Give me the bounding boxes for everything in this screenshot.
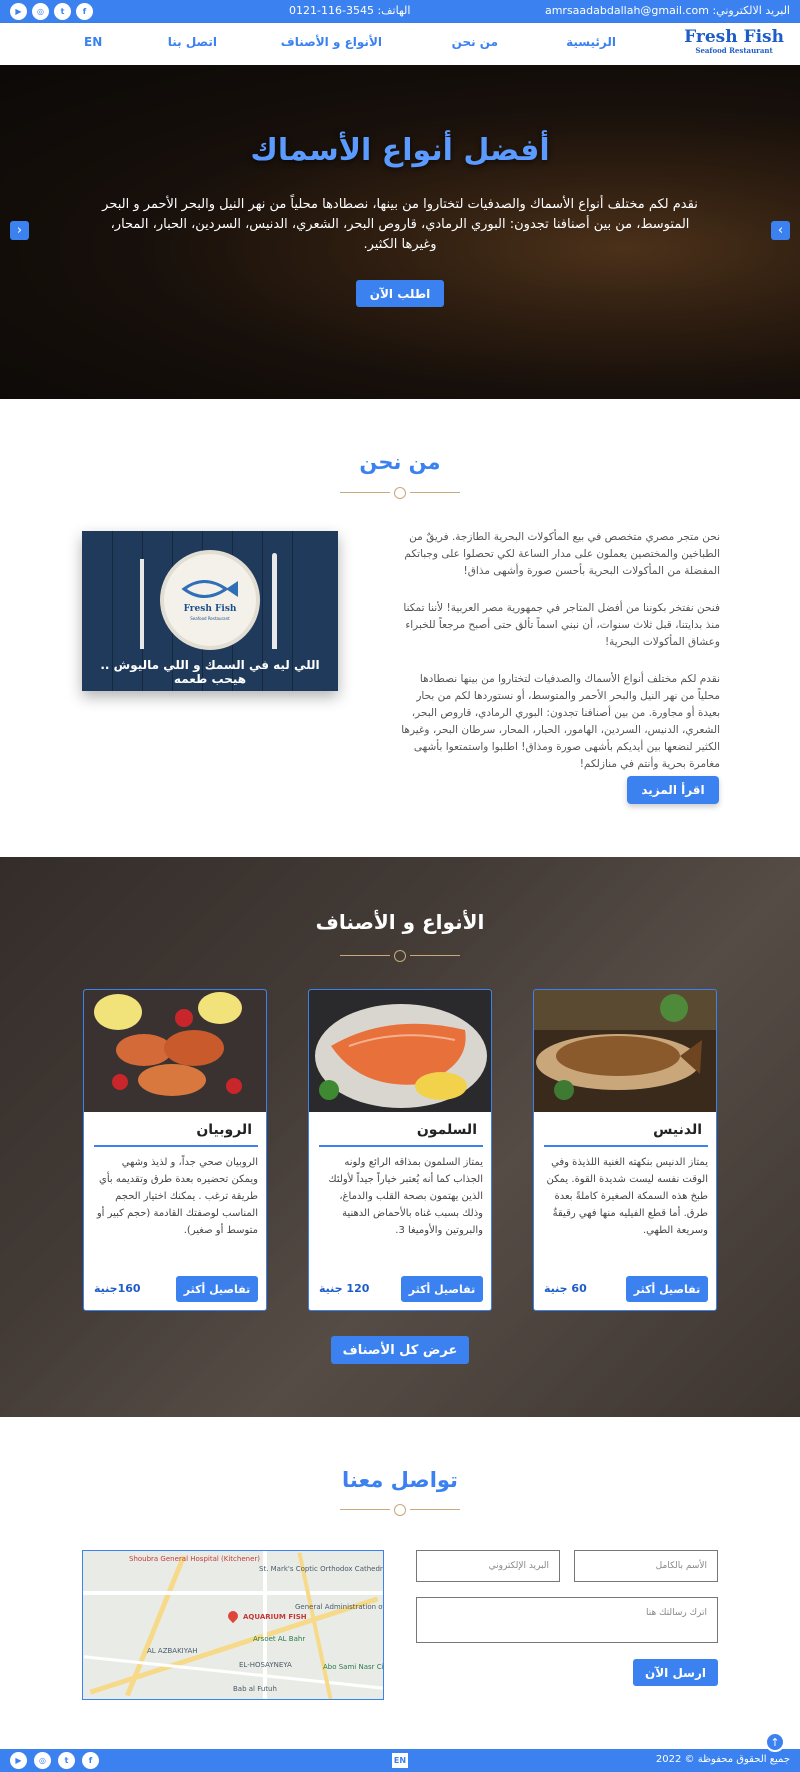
map-label-shop: AQUARIUM FISH <box>243 1613 307 1621</box>
section-divider-ornament <box>340 950 460 962</box>
product-price: 160جنية <box>94 1282 141 1295</box>
youtube-icon[interactable]: ▶ <box>10 1752 27 1769</box>
full-name-field[interactable]: الأسم بالكامل <box>574 1550 718 1582</box>
hero-title: أفضل أنواع الأسماك <box>250 133 550 168</box>
product-card-shrimp[interactable]: الروبيان الروبيان صحي جداً، و لذيذ وشهي … <box>83 989 267 1311</box>
salmon-photo <box>309 990 491 1112</box>
map-label-sami: Abo Sami Nasr City <box>323 1663 384 1671</box>
show-all-types-button[interactable]: عرض كل الأصناف <box>331 1336 469 1364</box>
map-label-cathedral: St. Mark's Coptic Orthodox Cathedral <box>259 1565 384 1573</box>
product-description: يمتاز السلمون بمذاقه الرائع ولونه الجذاب… <box>328 1157 483 1236</box>
main-navbar: Fresh Fish Seafood Restaurant الرئيسية م… <box>0 23 800 65</box>
product-name: الدنيس <box>653 1122 702 1138</box>
product-details-button[interactable]: تفاصيل أكثر <box>176 1276 258 1302</box>
plate-brand-name: Fresh Fish <box>183 604 237 614</box>
top-info-bar: البريد الالكتروني: amrsaadabdallah@gmail… <box>0 0 800 23</box>
contact-phone[interactable]: الهاتف: 3545-116-0121 <box>289 4 410 17</box>
nav-types[interactable]: الأنواع و الأصناف <box>281 35 382 49</box>
footer-language-toggle[interactable]: EN <box>392 1753 408 1768</box>
section-divider-ornament <box>340 487 460 499</box>
about-paragraph-3: نقدم لكم مختلف أنواع الأسماك والصدفيات ل… <box>401 673 720 770</box>
product-details-button[interactable]: تفاصيل أكثر <box>626 1276 708 1302</box>
shrimp-photo <box>84 990 266 1112</box>
scroll-to-top-button[interactable]: ↑ <box>765 1732 785 1752</box>
hero-slider: أفضل أنواع الأسماك نقدم لكم مختلف أنواع … <box>0 65 800 399</box>
seabream-photo <box>534 990 716 1112</box>
about-paragraph-2: فنحن نفتخر بكوننا من أفضل المتاجر في جمه… <box>403 602 720 648</box>
product-description: الروبيان صحي جداً، و لذيذ وشهي ويمكن تحض… <box>96 1157 258 1236</box>
map-pin-icon[interactable] <box>225 1608 241 1624</box>
knife-icon <box>272 553 277 649</box>
message-placeholder: اترك رسالتك هنا <box>646 1608 707 1618</box>
facebook-icon[interactable]: f <box>76 3 93 20</box>
section-divider-ornament <box>340 1504 460 1516</box>
message-field[interactable]: اترك رسالتك هنا <box>416 1597 718 1643</box>
contact-section-title: تواصل معنا <box>342 1468 458 1492</box>
instagram-icon[interactable]: ◎ <box>34 1752 51 1769</box>
types-section: الأنواع و الأصناف الدنيس يمتاز الدنيس بن… <box>0 857 800 1417</box>
plate-logo: Fresh Fish Seafood Restaurant <box>160 550 260 650</box>
brand-tagline: Seafood Restaurant <box>695 46 773 55</box>
nav-home[interactable]: الرئيسية <box>566 35 616 49</box>
brand-logo[interactable]: Fresh Fish Seafood Restaurant <box>684 28 784 55</box>
location-map[interactable]: Shoubra General Hospital (Kitchener) St.… <box>82 1550 384 1700</box>
plate-brand-tagline: Seafood Restaurant <box>190 616 230 621</box>
product-price: 60 جنية <box>544 1282 587 1295</box>
product-card-salmon[interactable]: السلمون يمتاز السلمون بمذاقه الرائع ولون… <box>308 989 492 1311</box>
facebook-icon[interactable]: f <box>82 1752 99 1769</box>
copyright-text: جميع الحقوق محفوظة © 2022 <box>655 1754 790 1765</box>
map-label-arsoet: Arsoet AL Bahr <box>253 1635 306 1643</box>
fish-logo-icon <box>181 580 238 598</box>
contact-email[interactable]: البريد الالكتروني: amrsaadabdallah@gmail… <box>545 4 790 17</box>
twitter-icon[interactable]: t <box>58 1752 75 1769</box>
map-label-azbakiyah: AL AZBAKIYAH <box>147 1647 198 1655</box>
nav-about[interactable]: من نحن <box>452 35 498 49</box>
types-section-title: الأنواع و الأصناف <box>315 910 485 934</box>
map-label-hospital: Shoubra General Hospital (Kitchener) <box>129 1555 260 1563</box>
about-section-title: من نحن <box>359 450 441 474</box>
send-message-button[interactable]: ارسل الآن <box>633 1659 718 1686</box>
full-name-placeholder: الأسم بالكامل <box>655 1561 707 1571</box>
about-paragraph-1: نحن متجر مصري متخصص في بيع المأكولات الب… <box>404 531 720 577</box>
email-field[interactable]: البريد الإلكتروني <box>416 1550 560 1582</box>
order-now-button[interactable]: اطلب الآن <box>356 280 444 307</box>
map-label-admin: General Administration of Passports <box>295 1603 383 1611</box>
nav-language-toggle[interactable]: EN <box>84 35 102 49</box>
fork-icon <box>140 559 144 649</box>
product-card-seabream[interactable]: الدنيس يمتاز الدنيس بنكهته الغنية اللذيذ… <box>533 989 717 1311</box>
about-image: Fresh Fish Seafood Restaurant اللي ليه ف… <box>82 531 338 691</box>
product-price: 120 جنية <box>319 1282 370 1295</box>
nav-contact[interactable]: اتصل بنا <box>168 35 217 49</box>
about-image-caption: اللي ليه في السمك و اللي ماليوش .. هيحب … <box>100 658 320 686</box>
product-name: السلمون <box>416 1122 477 1138</box>
product-name: الروبيان <box>196 1122 252 1138</box>
slider-prev-arrow-icon[interactable]: ‹ <box>10 221 29 240</box>
hero-text: نقدم لكم مختلف أنواع الأسماك والصدفيات ل… <box>102 197 698 252</box>
read-more-button[interactable]: اقرأ المزيد <box>627 776 719 804</box>
map-label-futuh: Bab al Futuh <box>233 1685 277 1693</box>
slider-next-arrow-icon[interactable]: › <box>771 221 790 240</box>
youtube-icon[interactable]: ▶ <box>10 3 27 20</box>
instagram-icon[interactable]: ◎ <box>32 3 49 20</box>
footer-bar: جميع الحقوق محفوظة © 2022 EN ▶ ◎ t f <box>0 1749 800 1772</box>
brand-name: Fresh Fish <box>684 27 784 47</box>
product-details-button[interactable]: تفاصيل أكثر <box>401 1276 483 1302</box>
product-description: يمتاز الدنيس بنكهته الغنية اللذيذة وفي ا… <box>546 1157 708 1236</box>
map-label-husayneya: EL-HOSAYNEYA <box>239 1661 292 1669</box>
email-placeholder: البريد الإلكتروني <box>488 1561 549 1571</box>
twitter-icon[interactable]: t <box>54 3 71 20</box>
